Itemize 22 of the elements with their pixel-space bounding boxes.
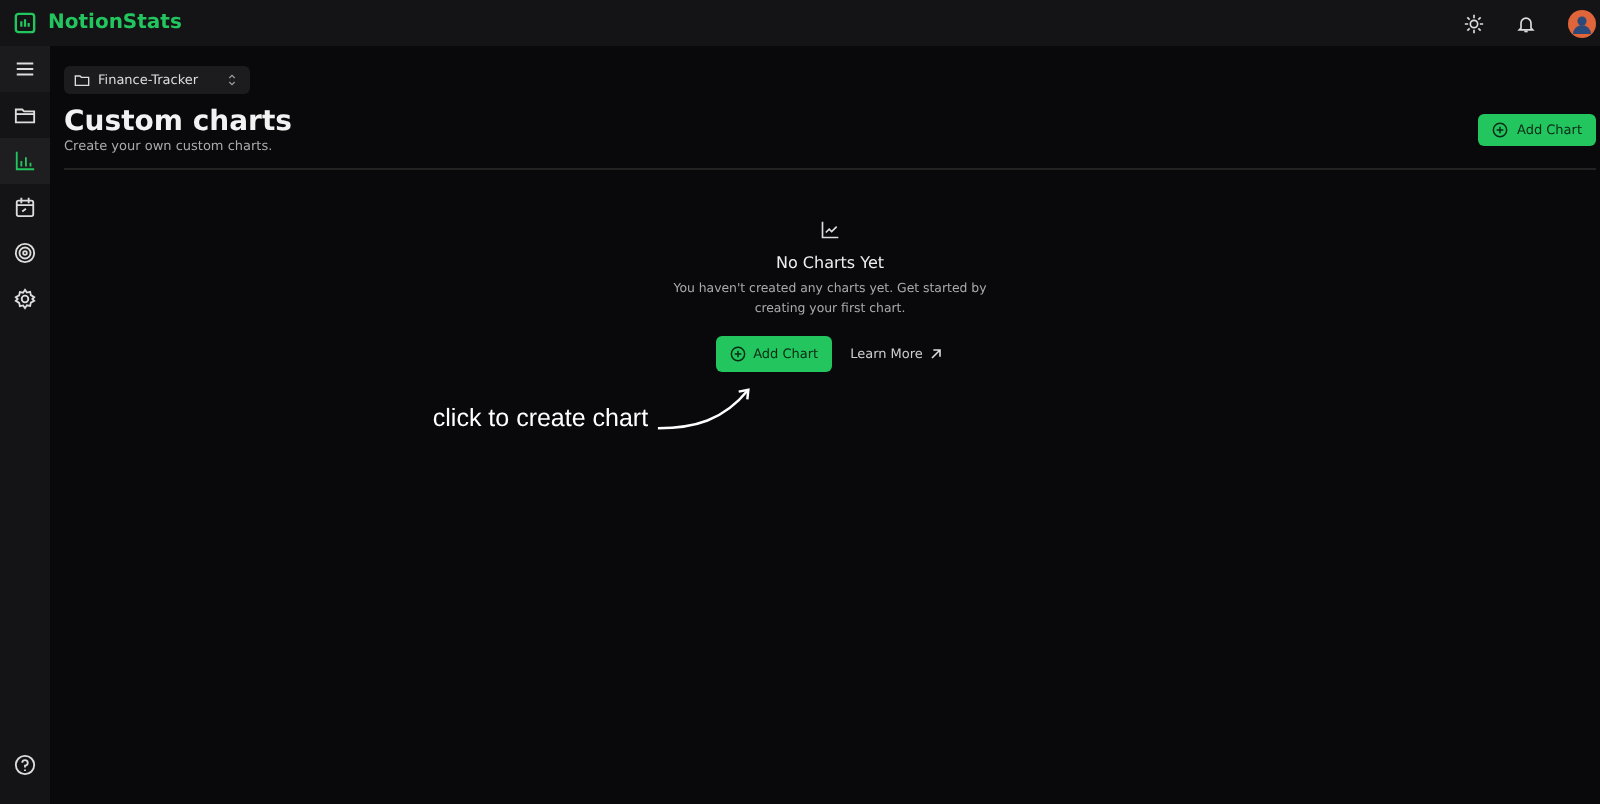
chevron-updown-icon bbox=[224, 72, 241, 88]
avatar[interactable] bbox=[1568, 9, 1596, 37]
menu-icon[interactable] bbox=[14, 58, 36, 80]
sidebar-chart-item[interactable] bbox=[0, 138, 50, 184]
chart-icon bbox=[14, 150, 36, 172]
app-title: NotionStats bbox=[48, 12, 182, 34]
plus-circle-icon bbox=[1492, 122, 1509, 138]
page-title: Custom charts bbox=[64, 106, 292, 138]
annotation-text: click to create chart bbox=[432, 403, 649, 432]
folder-icon bbox=[74, 72, 90, 88]
settings-icon bbox=[14, 288, 36, 310]
logo-icon bbox=[14, 12, 36, 34]
folder-icon bbox=[14, 104, 36, 126]
target-icon bbox=[14, 242, 36, 264]
calendar-icon bbox=[14, 196, 36, 218]
theme-toggle-icon[interactable] bbox=[1464, 13, 1484, 33]
bell-icon[interactable] bbox=[1516, 13, 1536, 33]
chart-icon bbox=[820, 220, 840, 240]
plus-circle-icon bbox=[729, 345, 746, 362]
help-icon[interactable] bbox=[14, 754, 36, 776]
arrow-up-right-icon bbox=[928, 345, 945, 362]
empty-title: No Charts Yet bbox=[776, 254, 884, 272]
